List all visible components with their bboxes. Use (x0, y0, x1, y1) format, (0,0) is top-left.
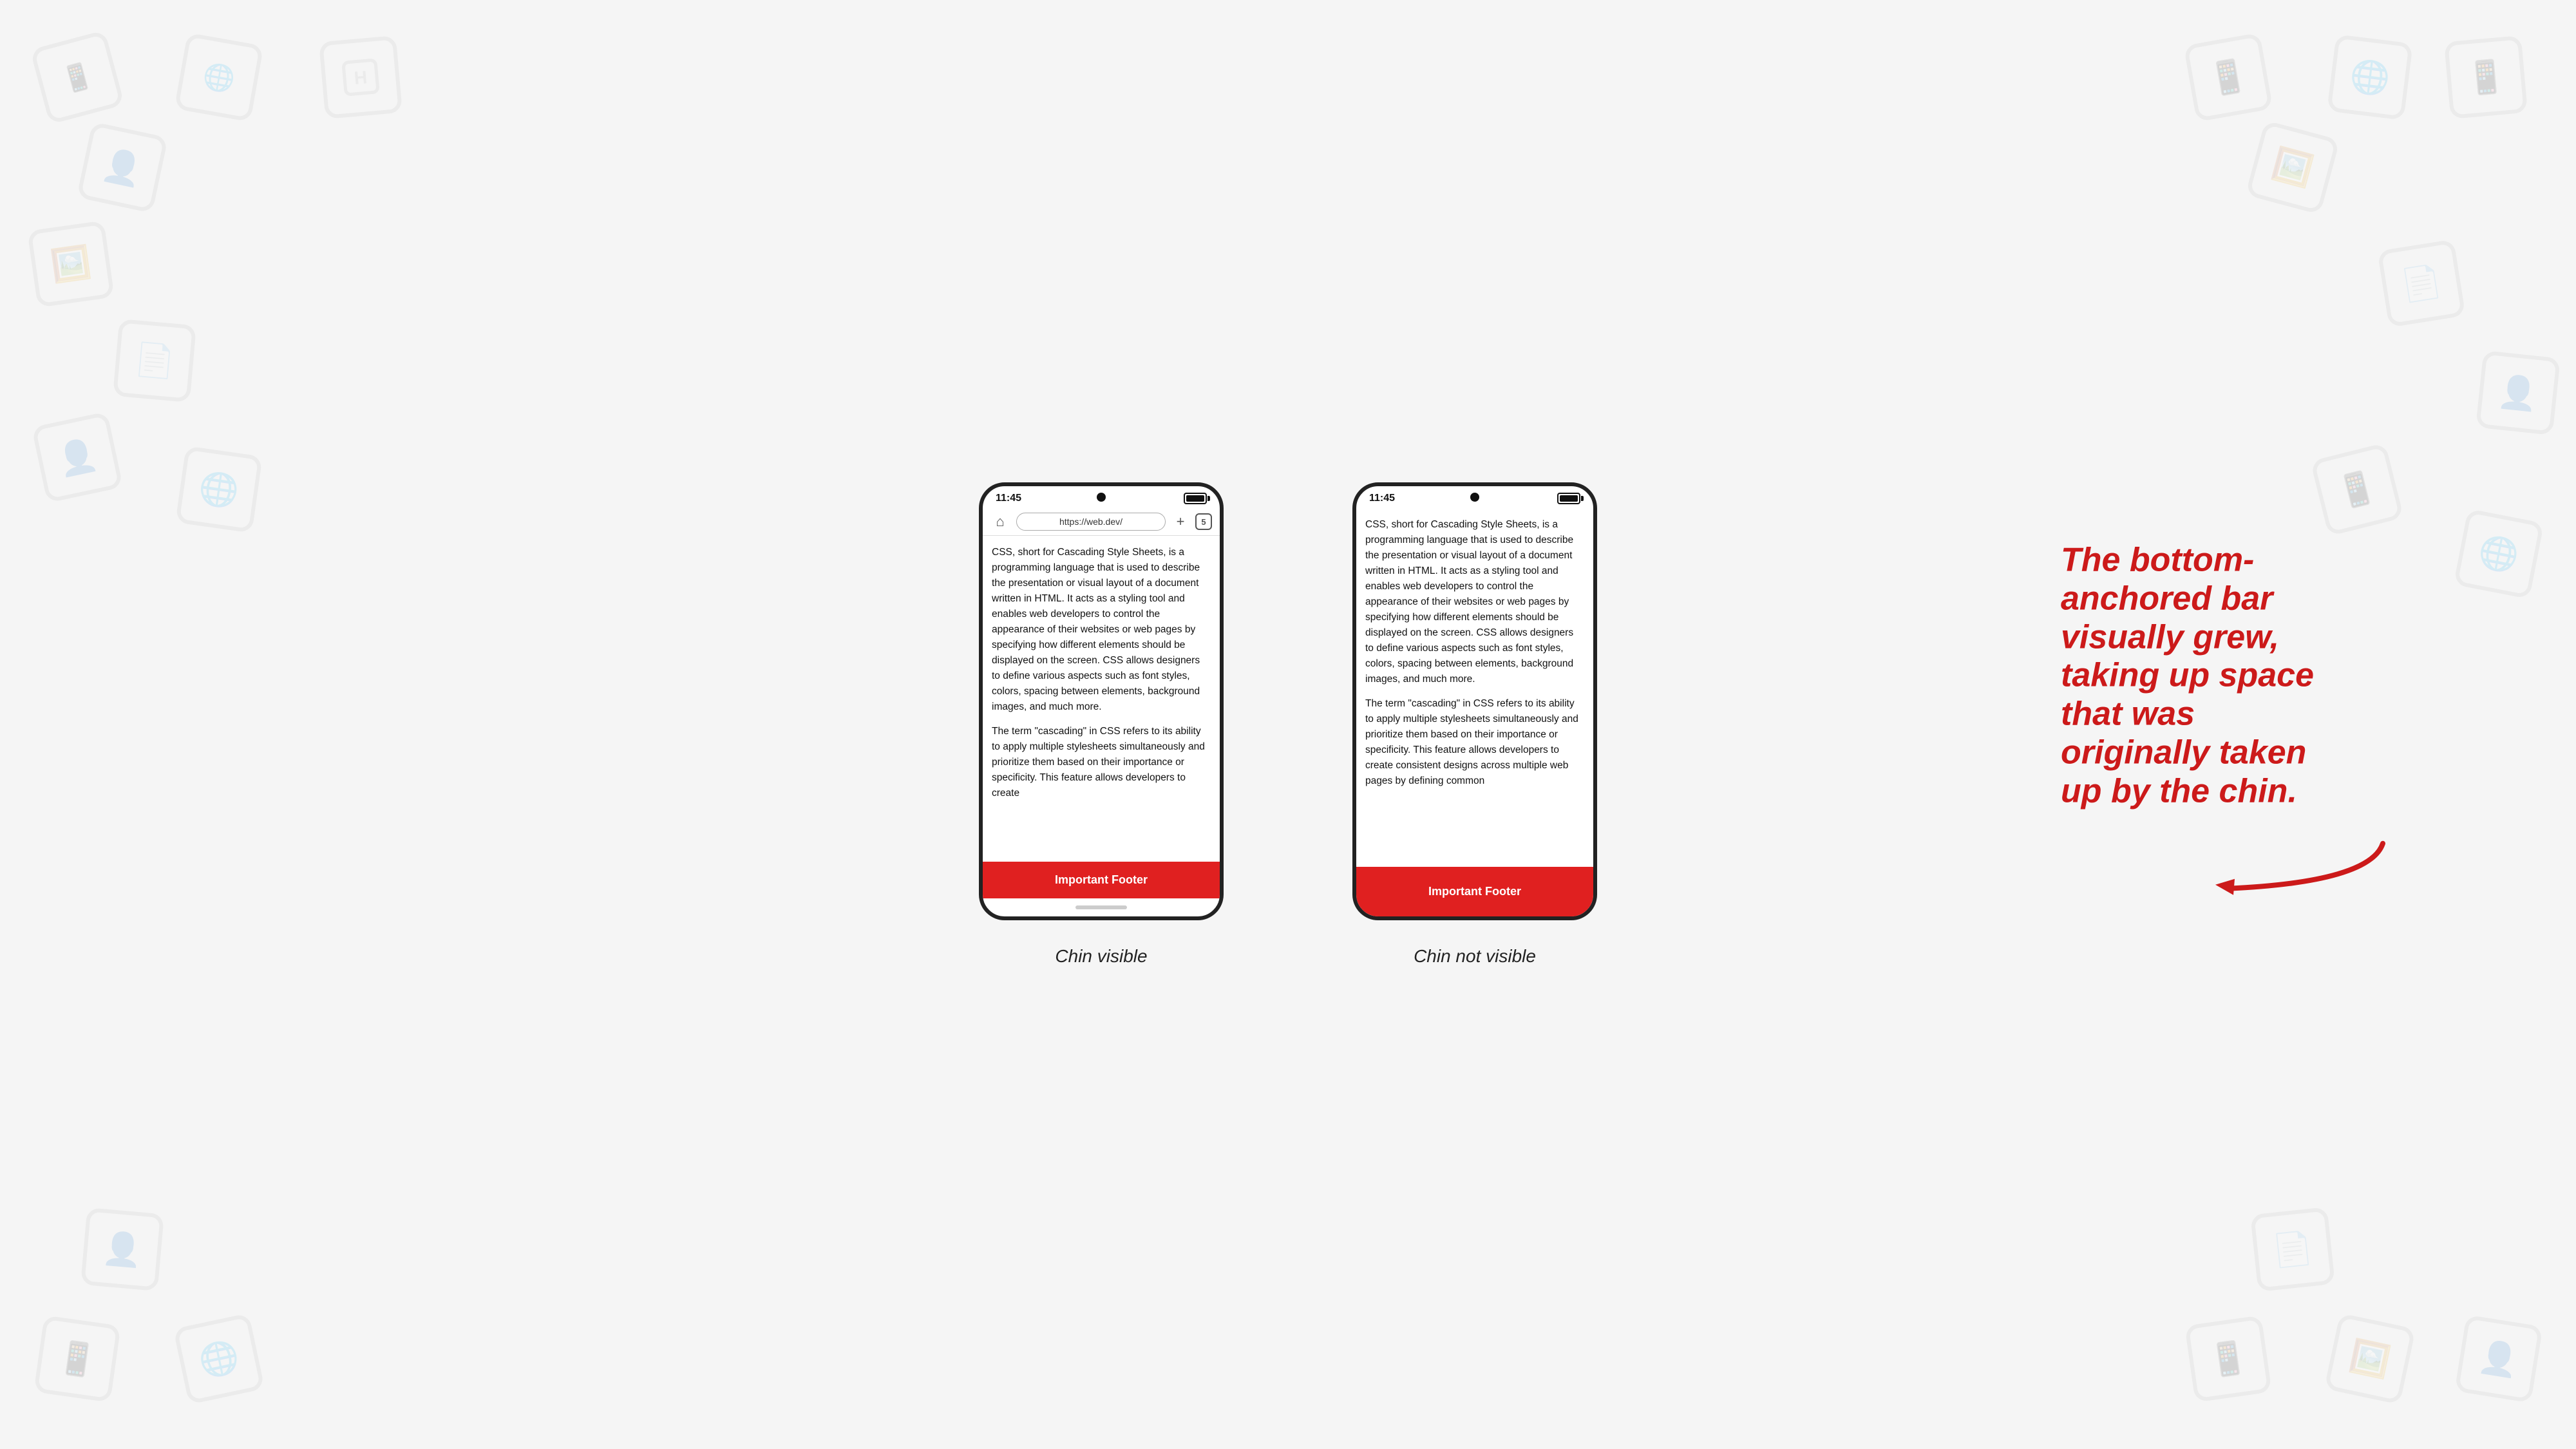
battery-icon-left (1184, 493, 1207, 504)
annotation-line1: The bottom- (2061, 542, 2254, 579)
phone-content-right: CSS, short for Cascading Style Sheets, i… (1356, 508, 1593, 867)
phone-footer-left: Important Footer (983, 862, 1220, 898)
phone-caption-right: Chin not visible (1414, 946, 1536, 967)
status-right-left (1184, 493, 1207, 504)
status-right-right (1557, 493, 1580, 504)
annotation-arrow (2177, 830, 2396, 907)
annotation-line6: originally taken (2061, 734, 2306, 772)
battery-fill-left (1186, 495, 1204, 502)
phone-left: 11:45 ⌂ https://web.dev/ + 5 (979, 482, 1224, 920)
camera-dot-left (1097, 493, 1106, 502)
battery-fill-right (1560, 495, 1578, 502)
annotation-text: The bottom- anchored bar visually grew, … (2061, 542, 2396, 811)
status-bar-left: 11:45 (983, 486, 1220, 508)
phone-right: 11:45 CSS, short for Cascading Style She… (1352, 482, 1597, 920)
phone-footer-right: Important Footer (1356, 867, 1593, 916)
annotation-area: The bottom- anchored bar visually grew, … (2061, 542, 2396, 908)
annotation-line2: anchored bar (2061, 580, 2273, 618)
address-bar-left: ⌂ https://web.dev/ + 5 (983, 508, 1220, 536)
annotation-line7: up by the chin. (2061, 772, 2297, 810)
annotation-line3: visually grew, (2061, 618, 2279, 656)
content-para-1-left: CSS, short for Cascading Style Sheets, i… (992, 545, 1211, 715)
content-para-1-right: CSS, short for Cascading Style Sheets, i… (1365, 517, 1584, 687)
content-para-2-right: The term "cascading" in CSS refers to it… (1365, 696, 1584, 789)
status-bar-right: 11:45 (1356, 486, 1593, 508)
chin-bar-left (1075, 905, 1127, 909)
add-tab-button-left[interactable]: + (1172, 513, 1189, 530)
phone-chin-left (983, 898, 1220, 916)
tab-count-left[interactable]: 5 (1195, 513, 1212, 530)
battery-icon-right (1557, 493, 1580, 504)
content-para-2-left: The term "cascading" in CSS refers to it… (992, 724, 1211, 801)
url-bar-left[interactable]: https://web.dev/ (1016, 513, 1166, 531)
phones-container: 11:45 ⌂ https://web.dev/ + 5 (979, 482, 1597, 967)
phone-content-left: CSS, short for Cascading Style Sheets, i… (983, 536, 1220, 862)
annotation-line5: that was (2061, 696, 2195, 733)
phone-caption-left: Chin visible (1055, 946, 1147, 967)
main-content: 11:45 ⌂ https://web.dev/ + 5 (0, 0, 2576, 1449)
status-time-right: 11:45 (1369, 493, 1395, 504)
phone-right-wrapper: 11:45 CSS, short for Cascading Style She… (1352, 482, 1597, 967)
status-time-left: 11:45 (996, 493, 1021, 504)
phone-left-wrapper: 11:45 ⌂ https://web.dev/ + 5 (979, 482, 1224, 967)
arrow-container (2061, 830, 2396, 907)
home-icon-left[interactable]: ⌂ (990, 512, 1010, 531)
annotation-line4: taking up space (2061, 657, 2314, 694)
camera-dot-right (1470, 493, 1479, 502)
